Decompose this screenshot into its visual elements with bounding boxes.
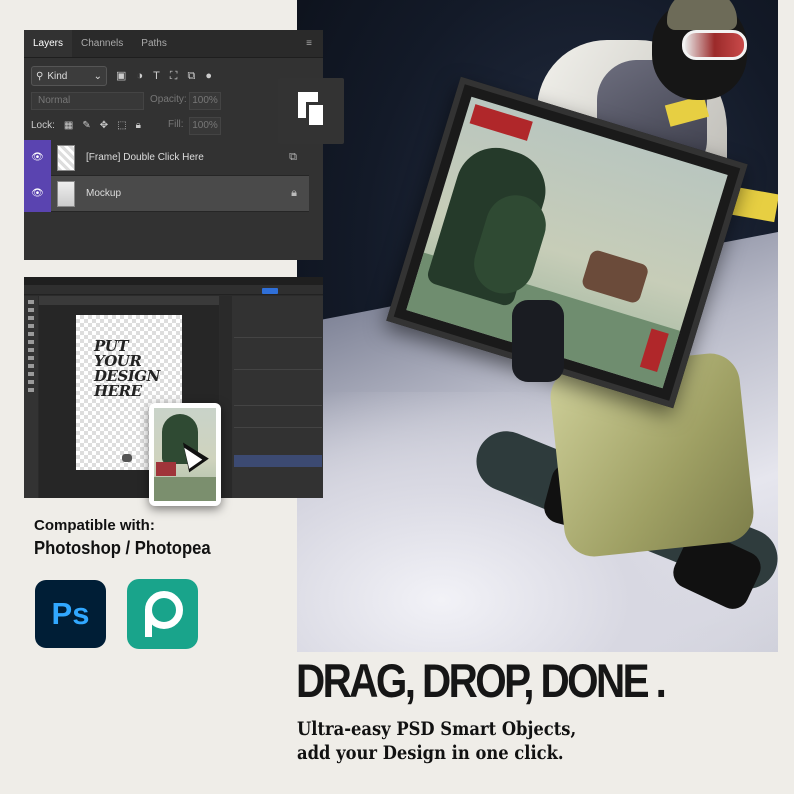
lock-move-icon[interactable]: ✥: [100, 120, 108, 131]
panel-divider: [234, 337, 322, 338]
lock-label: Lock:: [31, 120, 55, 131]
compatible-apps: Photoshop / Photopea: [34, 537, 211, 558]
right-panels: [220, 296, 323, 498]
panel-tabs: Layers Channels Paths ≡: [24, 30, 323, 58]
tab-layers[interactable]: Layers: [24, 30, 73, 57]
canvas-logo-icon: [122, 454, 132, 462]
tool-icon[interactable]: [28, 324, 34, 328]
lock-icon: 🔒︎: [291, 187, 297, 199]
tool-icon[interactable]: [28, 364, 34, 368]
subheadline-line-1: Ultra-easy PSD Smart Objects,: [297, 718, 577, 740]
tab-paths[interactable]: Paths: [132, 30, 176, 57]
panel-menu-icon[interactable]: ≡: [295, 30, 323, 57]
shape-filter-icon[interactable]: ⛶: [170, 66, 178, 86]
smart-object-badge-icon: [278, 78, 344, 144]
adjustment-filter-icon[interactable]: ◑: [136, 66, 143, 86]
document-tab[interactable]: [39, 296, 219, 305]
lock-all-icon[interactable]: 🔒︎: [136, 120, 141, 131]
layer-row-frame[interactable]: 👁︎ [Frame] Double Click Here ⧉: [24, 139, 309, 176]
panel-divider: [234, 405, 322, 406]
tool-icon[interactable]: [28, 316, 34, 320]
fill-input[interactable]: 100%: [189, 117, 221, 135]
opacity-label: Opacity:: [150, 94, 187, 105]
blend-mode-select[interactable]: Normal: [31, 92, 144, 110]
lock-row: Lock: ▦ ✎ ✥ ⬚ 🔒︎: [31, 120, 141, 131]
panel-divider: [234, 369, 322, 370]
canvas-placeholder-text: PUT YOUR DESIGN HERE: [94, 337, 160, 400]
art-cartouche: [469, 104, 533, 141]
layer-filter-icons: ▣ ◑ T ⛶ ⧉ ●: [116, 66, 212, 86]
tool-icon[interactable]: [28, 332, 34, 336]
tool-icon[interactable]: [28, 372, 34, 376]
panel-divider: [234, 427, 322, 428]
tool-bar: [24, 296, 38, 498]
share-button[interactable]: [262, 288, 278, 294]
compatible-title: Compatible with:: [34, 517, 155, 534]
layer-thumbnail: [57, 144, 75, 171]
visibility-eye-icon[interactable]: 👁︎: [24, 175, 51, 212]
tool-icon[interactable]: [28, 380, 34, 384]
glove: [512, 300, 564, 382]
lock-artboard-icon[interactable]: ⬚: [117, 120, 126, 131]
beanie: [667, 0, 737, 30]
panel-icons-column: [220, 296, 232, 498]
subheadline-line-2: add your Design in one click.: [297, 742, 564, 764]
layer-name: Mockup: [86, 188, 122, 199]
goggles: [682, 30, 747, 60]
menu-bar: [24, 277, 323, 285]
type-filter-icon[interactable]: T: [153, 66, 160, 86]
photopea-logo-icon: [127, 579, 198, 649]
fill-label: Fill:: [168, 119, 184, 130]
kind-filter-label: Kind: [47, 70, 68, 82]
options-bar: [24, 285, 323, 295]
visibility-eye-icon[interactable]: 👁︎: [24, 139, 51, 176]
tool-icon[interactable]: [28, 348, 34, 352]
smart-object-page-icon: [306, 102, 326, 128]
kind-filter-select[interactable]: ⚲ Kind ⌄: [31, 66, 107, 86]
snowboarder-photo: [297, 0, 778, 652]
layer-name: [Frame] Double Click Here: [86, 152, 204, 163]
headline: DRAG, DROP, DONE .: [296, 654, 667, 707]
smart-object-icon: ⧉: [289, 151, 297, 163]
filter-toggle-icon[interactable]: ●: [205, 66, 212, 86]
lock-brush-icon[interactable]: ✎: [82, 120, 90, 131]
tool-icon[interactable]: [28, 300, 34, 304]
chevron-down-icon: ⌄: [93, 70, 102, 82]
tool-icon[interactable]: [28, 356, 34, 360]
tool-icon[interactable]: [28, 388, 34, 392]
photoshop-logo-icon: Ps: [35, 580, 106, 648]
tab-channels[interactable]: Channels: [72, 30, 132, 57]
opacity-input[interactable]: 100%: [189, 92, 221, 110]
lock-transparent-icon[interactable]: ▦: [64, 120, 73, 131]
smart-object-filter-icon[interactable]: ⧉: [188, 66, 196, 86]
image-filter-icon[interactable]: ▣: [116, 66, 126, 86]
search-icon: ⚲: [36, 70, 44, 82]
photopea-logo-stem: [145, 609, 152, 637]
art-figures: [580, 248, 650, 305]
layer-row-mockup[interactable]: 👁︎ Mockup 🔒︎: [24, 175, 309, 212]
layers-panel: Layers Channels Paths ≡ ⚲ Kind ⌄ ▣ ◑ T ⛶…: [24, 30, 323, 260]
tool-icon[interactable]: [28, 308, 34, 312]
art-ground: [154, 477, 216, 501]
selected-layer-row[interactable]: [234, 455, 322, 467]
art-cartouche: [156, 462, 176, 476]
layer-thumbnail: [57, 180, 75, 207]
tool-icon[interactable]: [28, 340, 34, 344]
